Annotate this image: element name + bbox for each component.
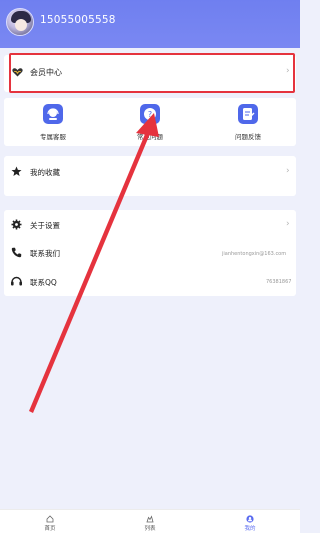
customer-service-icon xyxy=(43,104,63,124)
list-icon xyxy=(146,515,154,523)
about-chevron-icon: › xyxy=(286,219,290,229)
profile-header: 15055005558 xyxy=(0,0,300,48)
favorites-chevron-icon: › xyxy=(286,166,290,176)
contact-us-label: 联系我们 xyxy=(30,249,60,258)
quick-action-label: 问题反馈 xyxy=(235,133,261,141)
question-icon: ? xyxy=(140,104,160,124)
home-icon xyxy=(46,515,54,523)
tab-list-label: 列表 xyxy=(144,526,156,532)
favorites-label: 我的收藏 xyxy=(30,168,60,177)
headset-icon xyxy=(11,276,22,286)
highlight-box xyxy=(9,53,295,93)
quick-action-label: 专属客服 xyxy=(40,133,66,141)
phone-icon xyxy=(11,247,22,258)
avatar-face xyxy=(15,19,27,31)
contact-email: jianhentongxin@163.com xyxy=(222,251,287,257)
tab-home-label: 首页 xyxy=(44,526,56,532)
profile-icon xyxy=(246,515,254,523)
avatar[interactable] xyxy=(6,8,34,36)
qq-number: 76381867 xyxy=(266,279,292,285)
gear-icon xyxy=(11,219,22,230)
feedback-icon xyxy=(238,104,258,124)
quick-action-label: 常见问题 xyxy=(137,133,163,141)
contact-qq-label: 联系QQ xyxy=(30,278,57,287)
star-icon xyxy=(11,166,22,176)
user-phone: 15055005558 xyxy=(40,14,116,26)
tab-profile-label: 我的 xyxy=(244,526,256,532)
bottom-tab-bar: 首页 列表 我的 xyxy=(0,509,300,533)
about-settings-label: 关于设置 xyxy=(30,221,60,230)
svg-text:?: ? xyxy=(148,110,152,119)
